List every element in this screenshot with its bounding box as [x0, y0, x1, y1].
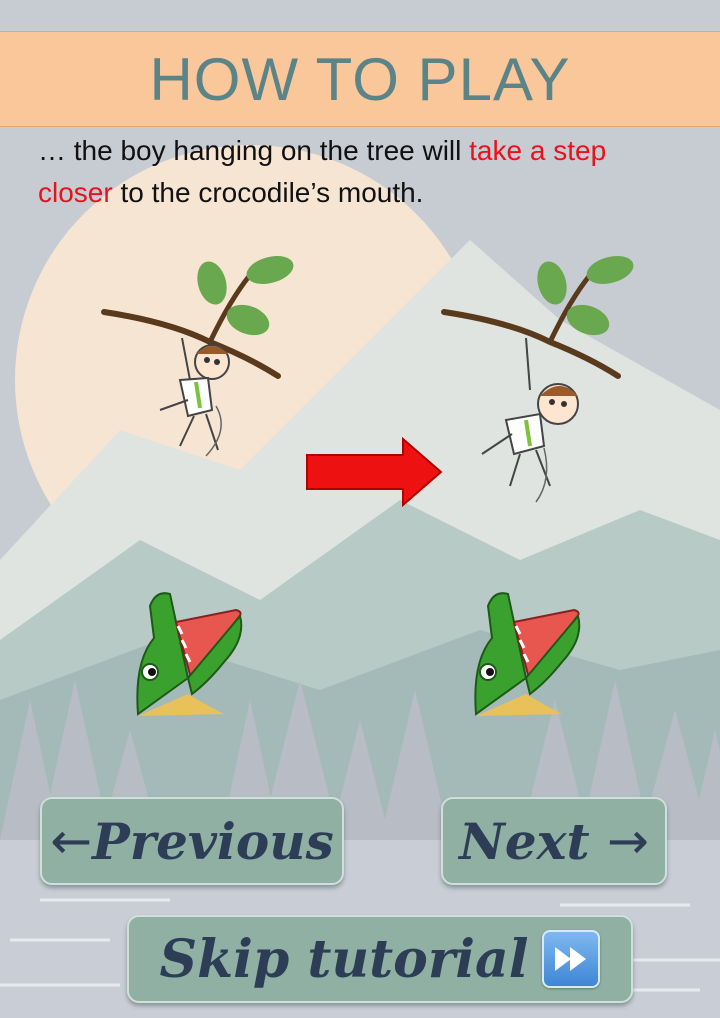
skip-tutorial-button[interactable]: Skip tutorial [127, 915, 633, 1003]
instruction-text: … the boy hanging on the tree will take … [38, 130, 678, 214]
crocodile-icon [474, 592, 581, 716]
skip-tutorial-label: Skip tutorial [159, 928, 529, 990]
page-title: HOW TO PLAY [149, 45, 571, 113]
next-button[interactable]: Next → [441, 797, 667, 885]
right-arrow-icon [306, 437, 443, 507]
right-arrow-glyph-icon: → [606, 812, 649, 870]
header-bar: HOW TO PLAY [0, 31, 720, 127]
instruction-part2: to the crocodile’s mouth. [112, 177, 424, 208]
crocodile-right [474, 592, 581, 716]
previous-label: Previous [92, 811, 334, 871]
left-arrow-icon: ← [50, 812, 93, 870]
hanging-boy-icon [159, 337, 230, 457]
fast-forward-icon [542, 930, 601, 988]
instruction-part1: … the boy hanging on the tree will [38, 135, 470, 166]
hanging-boy-before [101, 255, 294, 457]
next-label: Next [459, 811, 590, 871]
hanging-boy-after [441, 255, 634, 503]
branch-icon [441, 255, 634, 379]
hanging-boy-icon [481, 337, 579, 503]
previous-button[interactable]: ← Previous [40, 797, 344, 885]
crocodile-left [136, 592, 243, 716]
crocodile-icon [136, 592, 243, 716]
